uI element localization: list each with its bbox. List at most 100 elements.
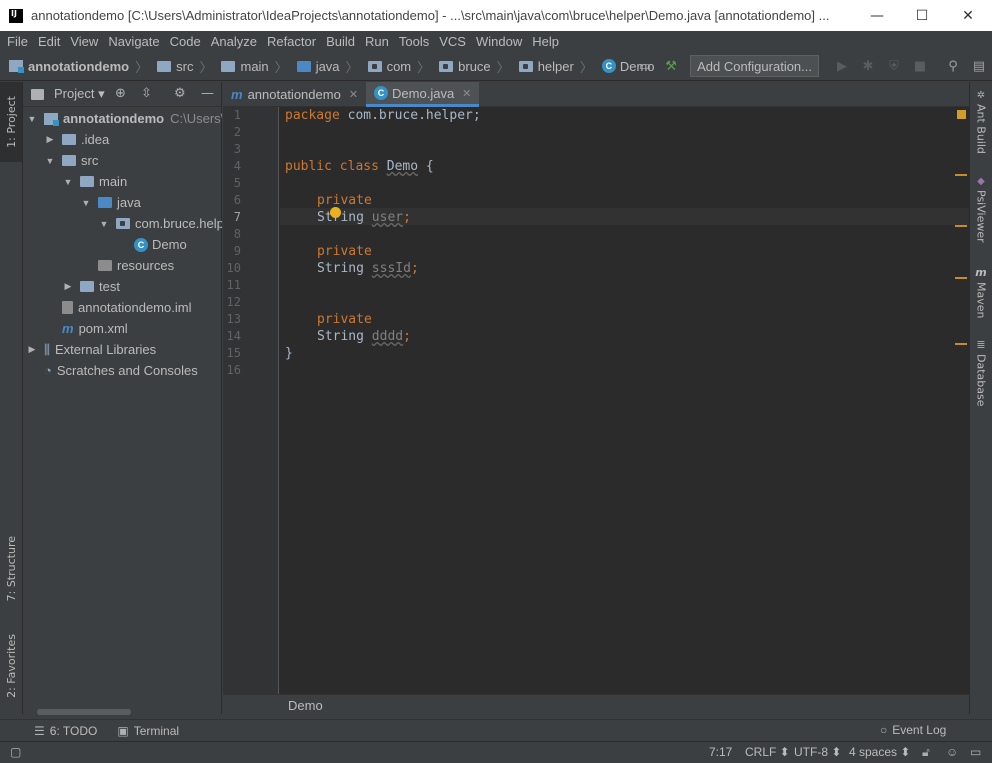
nav-crumb-com[interactable]: com 〉 [367,57,430,76]
caret-position[interactable]: 7:17 [709,745,732,759]
tool-tab-database[interactable]: ≣ Database [970,338,992,407]
gear-icon[interactable]: ⚙ [174,86,186,101]
nav-crumb-label: main [240,58,269,74]
tree-node-external-libraries[interactable]: ▶ ⫼ External Libraries [26,339,157,360]
nav-crumb-label: bruce [458,58,491,74]
tree-node-main[interactable]: ▼ main [62,171,128,192]
stop-icon[interactable]: ■ [912,58,928,74]
menu-run[interactable]: Run [360,34,394,49]
tree-node-java[interactable]: ▼ java [80,192,141,213]
horizontal-scrollbar[interactable] [37,709,131,715]
nav-crumb-src[interactable]: src 〉 [157,57,212,76]
menu-analyze[interactable]: Analyze [206,34,262,49]
lock-icon[interactable]: 🔓︎ [922,745,930,760]
tree-node-test[interactable]: ▶ test [62,276,120,297]
run-icon[interactable]: ▶ [834,58,850,74]
tree-node-iml[interactable]: annotationdemo.iml [62,297,191,318]
tree-node-scratches[interactable]: ◔ Scratches and Consoles [44,360,198,381]
notifications-icon[interactable]: ▭ [970,745,981,759]
collapse-all-icon[interactable]: ⇳ [141,86,152,101]
menu-refactor[interactable]: Refactor [262,34,321,49]
tab-demo-java[interactable]: C Demo.java ✕ [366,82,480,107]
tree-node-demo[interactable]: C Demo [134,234,187,255]
menu-edit[interactable]: Edit [33,34,65,49]
build-hammer-icon[interactable]: ⚒ [663,58,679,74]
nav-crumb-java[interactable]: java 〉 [296,57,359,76]
menu-tools[interactable]: Tools [394,34,434,49]
nav-crumb-bruce[interactable]: bruce 〉 [439,57,510,76]
project-structure-icon[interactable]: ▤ [971,58,987,74]
tool-tab-label: 7: Structure [4,536,18,602]
close-icon[interactable]: ✕ [462,87,471,100]
line-number: 12 [226,295,241,309]
warning-marker[interactable] [955,277,967,279]
line-separator-selector[interactable]: CRLF ⬍ [745,745,790,759]
menu-build[interactable]: Build [321,34,360,49]
intention-bulb-icon[interactable] [330,207,341,218]
hector-icon[interactable]: ☺ [946,745,958,759]
warning-marker[interactable] [955,174,967,176]
chevron-down-icon[interactable]: ▼ [98,219,110,229]
tool-tab-todo[interactable]: ☰ 6: TODO [34,724,97,738]
code-editor[interactable]: 1 2 3 4 5 6 7 8 9 10 11 12 13 14 15 16 p… [223,107,969,694]
minimize-button[interactable]: — [854,0,900,31]
tree-node-annotationdemo[interactable]: ▼ annotationdemo C:\Users\ [26,108,222,129]
chevron-right-icon[interactable]: ▶ [62,281,74,292]
intellij-app-icon [9,8,23,23]
menu-navigate[interactable]: Navigate [103,34,164,49]
menu-help[interactable]: Help [527,34,564,49]
chevron-down-icon[interactable]: ▼ [80,198,92,208]
menu-view[interactable]: View [65,34,103,49]
close-icon[interactable]: ✕ [349,88,358,101]
menu-bar: File Edit View Navigate Code Analyze Ref… [0,31,992,52]
close-window-button[interactable]: ✕ [945,0,991,31]
add-configuration-button[interactable]: Add Configuration... [690,55,819,77]
warning-marker[interactable] [955,225,967,227]
layout-icon[interactable]: ▭ [637,58,653,74]
coverage-icon[interactable]: ⛨ [886,58,902,74]
project-view-selector[interactable]: Project ▾ [54,86,105,102]
toggle-tool-windows-icon[interactable]: ▢ [10,745,21,759]
tool-tab-structure[interactable]: 7: Structure [0,524,22,614]
line-number: 3 [233,142,241,156]
debug-icon[interactable]: ✱ [860,58,876,74]
encoding-selector[interactable]: UTF-8 ⬍ [794,745,841,759]
tool-tab-ant-build[interactable]: ✲ Ant Build [970,90,992,154]
breadcrumb-demo[interactable]: Demo [288,698,323,713]
nav-crumb-helper[interactable]: helper 〉 [518,57,593,76]
tool-tab-favorites[interactable]: 2: Favorites [0,622,22,710]
hide-panel-icon[interactable]: — [201,86,214,101]
indent-selector[interactable]: 4 spaces ⬍ [849,745,910,759]
tree-node-package[interactable]: ▼ com.bruce.helper [98,213,222,234]
chevron-right-icon[interactable]: ▶ [26,344,38,355]
tool-tab-maven[interactable]: m Maven [970,266,992,318]
menu-file[interactable]: File [2,34,33,49]
maximize-button[interactable]: ☐ [899,0,945,31]
resources-folder-icon [98,260,112,271]
code-text: { [418,159,434,174]
tree-node-resources[interactable]: resources [98,255,174,276]
menu-code[interactable]: Code [165,34,206,49]
tree-node-idea[interactable]: ▶ .idea [44,129,110,150]
line-number: 2 [233,125,241,139]
tree-node-src[interactable]: ▼ src [44,150,99,171]
tool-tab-project[interactable]: 1: Project [0,82,22,162]
chevron-down-icon[interactable]: ▼ [62,177,74,187]
tool-tab-terminal[interactable]: ▣ Terminal [117,724,179,738]
tool-tab-label: Maven [974,282,988,319]
tool-tab-psiviewer[interactable]: ◆ PsiViewer [970,176,992,243]
tab-annotationdemo[interactable]: m annotationdemo ✕ [223,82,366,107]
nav-crumb-main[interactable]: main 〉 [221,57,288,76]
chevron-down-icon[interactable]: ▼ [44,156,56,166]
nav-crumb-project[interactable]: annotationdemo 〉 [9,57,148,76]
locate-file-icon[interactable]: ⊕ [115,86,126,101]
search-icon[interactable]: ⚲ [945,58,961,74]
inspection-status-icon[interactable] [957,110,966,119]
event-log-button[interactable]: ○ Event Log [880,723,946,737]
chevron-right-icon[interactable]: ▶ [44,134,56,145]
chevron-down-icon[interactable]: ▼ [26,114,38,124]
menu-window[interactable]: Window [471,34,527,49]
tree-node-pom[interactable]: m pom.xml [62,318,128,339]
warning-marker[interactable] [955,343,967,345]
menu-vcs[interactable]: VCS [434,34,471,49]
